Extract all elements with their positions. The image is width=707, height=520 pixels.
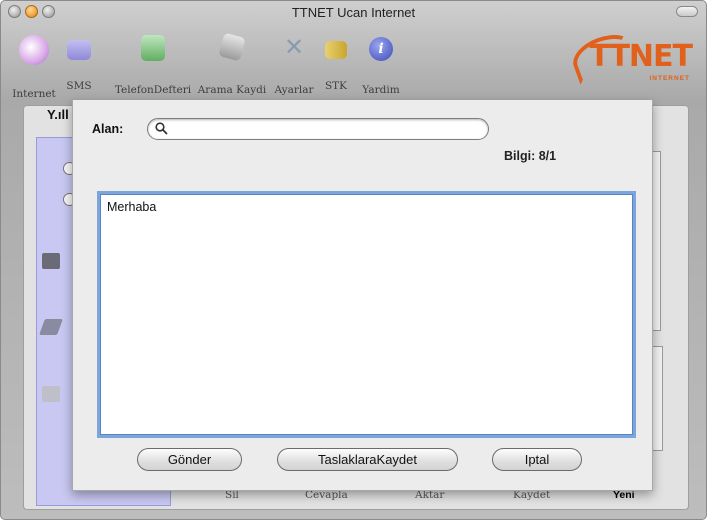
toolbar-sms[interactable]: SMS (63, 31, 95, 95)
toolbar-label: Ayarlar (274, 84, 314, 96)
toolbar-call-log[interactable]: Arama Kaydi (197, 31, 267, 96)
ttnet-logo: TTNET INTERNET (567, 27, 696, 85)
toolbar-toggle-button[interactable] (676, 6, 698, 17)
toolbar-label: STK (324, 80, 348, 92)
toolbar-stk[interactable]: STK (321, 31, 351, 95)
info-icon: i (369, 37, 393, 61)
sms-icon (67, 40, 91, 60)
toolbar-phonebook[interactable]: TelefonDefteri (109, 31, 197, 96)
toolbar-settings[interactable]: ✕ Ayarlar (271, 31, 317, 97)
recipient-search-field[interactable] (147, 118, 489, 140)
title-bar: TTNET Ucan Internet (1, 1, 706, 23)
toolbar-label: Internet (12, 88, 56, 100)
globe-icon (19, 35, 49, 65)
toolbar-label: Yardim (362, 84, 400, 96)
phone-folder-icon (42, 253, 60, 269)
stk-icon (325, 41, 347, 59)
message-body-frame: Merhaba (97, 191, 636, 438)
toolbar-label: SMS (66, 80, 92, 92)
phonebook-icon (141, 35, 165, 61)
window-title: TTNET Ucan Internet (291, 5, 416, 20)
drafts-folder-icon (42, 386, 60, 402)
toolbar-label: TelefonDefteri (114, 84, 192, 96)
recipient-input[interactable] (172, 121, 477, 137)
toolbar-help[interactable]: i Yardim (359, 31, 403, 96)
signal-strength-indicator: Y.ıll (47, 107, 69, 122)
message-info-counter: Bilgi: 8/1 (504, 149, 557, 163)
send-button[interactable]: Gönder (137, 448, 242, 471)
cancel-button[interactable]: Iptal (492, 448, 582, 471)
app-window: TTNET Ucan Internet Internet SMS Telefon… (0, 0, 707, 520)
compose-sms-sheet: Alan: Bilgi: 8/1 Merhaba Gönder Taslakla… (72, 100, 653, 491)
toolbar-internet[interactable]: Internet (9, 31, 59, 100)
recipient-label: Alan: (92, 122, 124, 136)
search-icon (155, 122, 168, 135)
message-body-textarea[interactable]: Merhaba (100, 194, 633, 435)
toolbar-label: Arama Kaydi (197, 84, 267, 96)
call-log-icon (218, 32, 246, 62)
save-to-drafts-button[interactable]: TaslaklaraKaydet (277, 448, 458, 471)
settings-tools-icon: ✕ (283, 34, 305, 61)
main-toolbar: Internet SMS TelefonDefteri Arama Kaydi … (1, 23, 706, 100)
